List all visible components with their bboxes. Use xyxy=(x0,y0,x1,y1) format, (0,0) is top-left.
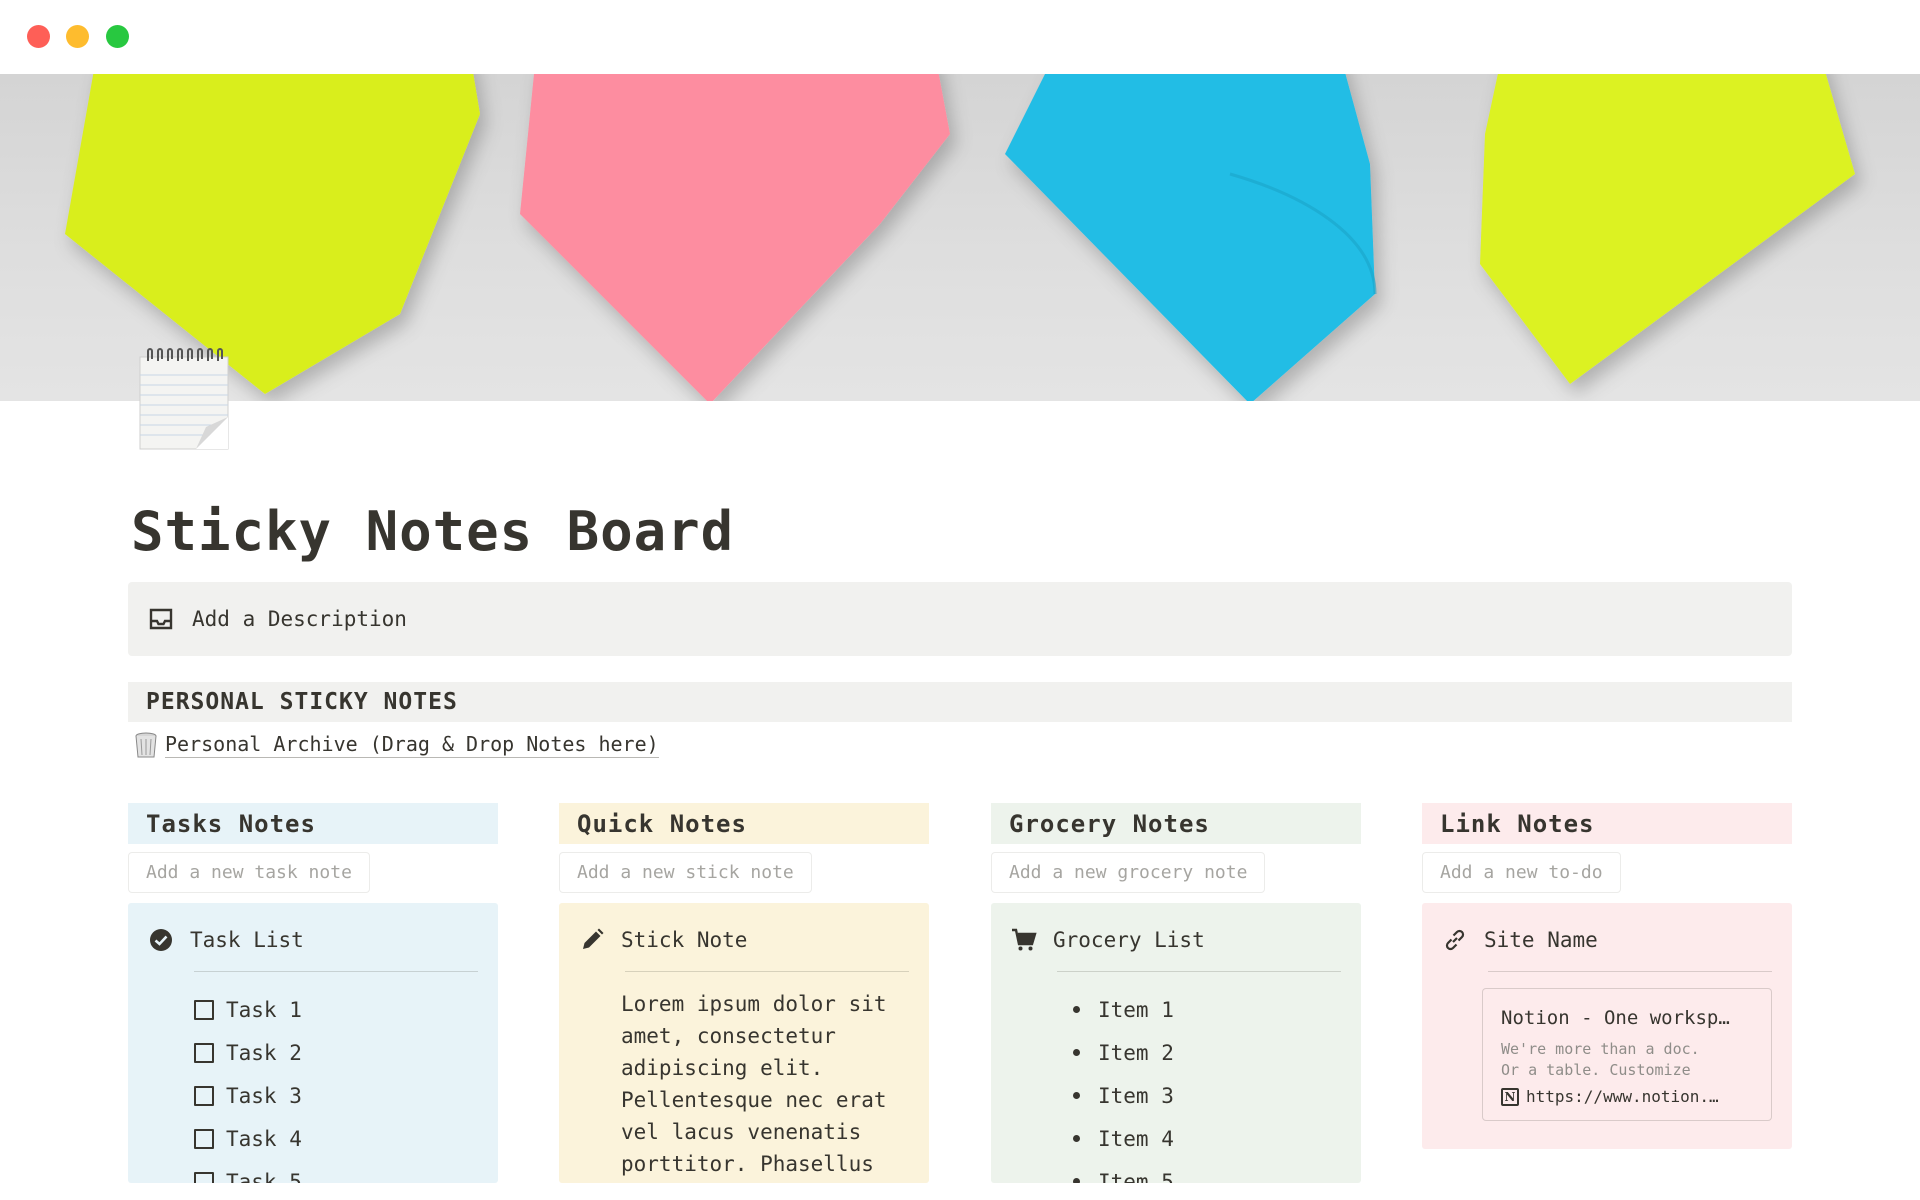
archive-page-link[interactable]: Personal Archive (Drag & Drop Notes here… xyxy=(133,731,659,759)
todo-item: Task 4 xyxy=(194,1117,478,1160)
todo-label[interactable]: Task 5 xyxy=(226,1170,302,1184)
list-item[interactable]: Item 2 xyxy=(1057,1031,1341,1074)
list-item-label[interactable]: Item 1 xyxy=(1098,998,1174,1022)
todo-label[interactable]: Task 3 xyxy=(226,1084,302,1108)
page-title[interactable]: Sticky Notes Board xyxy=(131,500,734,563)
section-heading: PERSONAL STICKY NOTES xyxy=(128,682,1792,722)
list-item[interactable]: Item 5 xyxy=(1057,1160,1341,1183)
grocery-bullet-list: Item 1 Item 2 Item 3 Item 4 Item 5 xyxy=(1057,988,1341,1183)
shopping-cart-icon xyxy=(1011,927,1037,953)
stick-note-card[interactable]: Stick Note Lorem ipsum dolor sit amet, c… xyxy=(559,903,929,1183)
todo-item: Task 1 xyxy=(194,988,478,1031)
cover-image[interactable] xyxy=(0,74,1920,401)
checkbox[interactable] xyxy=(194,1171,214,1183)
bookmark-url[interactable]: https://www.notion.… xyxy=(1526,1087,1719,1106)
checkbox[interactable] xyxy=(194,1042,214,1063)
archive-link-label[interactable]: Personal Archive (Drag & Drop Notes here… xyxy=(165,732,659,758)
card-title: Grocery List xyxy=(1053,928,1205,952)
description-text[interactable]: Add a Description xyxy=(192,607,407,631)
web-bookmark[interactable]: Notion - One worksp… We're more than a d… xyxy=(1482,988,1772,1121)
column-heading: Grocery Notes xyxy=(991,803,1361,844)
inbox-icon xyxy=(148,606,174,632)
card-divider xyxy=(194,971,478,972)
quick-notes-column: Quick Notes Add a new stick note Stick N… xyxy=(559,803,929,1183)
bullet-icon xyxy=(1073,1092,1080,1099)
notion-logo-icon: N xyxy=(1501,1087,1519,1106)
list-item[interactable]: Item 1 xyxy=(1057,988,1341,1031)
bullet-icon xyxy=(1073,1006,1080,1013)
checkbox[interactable] xyxy=(194,999,214,1020)
pencil-icon xyxy=(579,927,605,953)
grocery-list-card[interactable]: Grocery List Item 1 Item 2 Item 3 Item 4… xyxy=(991,903,1361,1183)
window-titlebar xyxy=(0,0,1920,74)
card-divider xyxy=(625,971,909,972)
note-body-text[interactable]: Lorem ipsum dolor sit amet, consectetur … xyxy=(621,988,909,1180)
list-item-label[interactable]: Item 3 xyxy=(1098,1084,1174,1108)
bookmark-description-line: Or a table. Customize xyxy=(1501,1061,1691,1079)
todo-label[interactable]: Task 2 xyxy=(226,1041,302,1065)
add-stick-note-button[interactable]: Add a new stick note xyxy=(559,852,812,893)
tasks-notes-column: Tasks Notes Add a new task note Task Lis… xyxy=(128,803,498,1183)
todo-label[interactable]: Task 1 xyxy=(226,998,302,1022)
task-list-card[interactable]: Task List Task 1 Task 2 Task 3 Task 4 Ta… xyxy=(128,903,498,1183)
card-divider xyxy=(1488,971,1772,972)
add-grocery-note-button[interactable]: Add a new grocery note xyxy=(991,852,1266,893)
task-checklist: Task 1 Task 2 Task 3 Task 4 Task 5 xyxy=(194,988,478,1183)
maximize-window-button[interactable] xyxy=(106,25,129,48)
checkbox[interactable] xyxy=(194,1128,214,1149)
card-title: Task List xyxy=(190,928,304,952)
bookmark-title: Notion - One worksp… xyxy=(1501,1007,1730,1029)
sticky-notes-photo xyxy=(65,74,1855,401)
link-note-card[interactable]: Site Name Notion - One worksp… We're mor… xyxy=(1422,903,1792,1149)
checkbox[interactable] xyxy=(194,1085,214,1106)
column-heading: Tasks Notes xyxy=(128,803,498,844)
bookmark-description-line: We're more than a doc. xyxy=(1501,1040,1700,1058)
bullet-icon xyxy=(1073,1178,1080,1183)
link-icon xyxy=(1442,927,1468,953)
bullet-icon xyxy=(1073,1135,1080,1142)
add-to-do-button[interactable]: Add a new to-do xyxy=(1422,852,1621,893)
check-circle-icon xyxy=(148,927,174,953)
list-item-label[interactable]: Item 4 xyxy=(1098,1127,1174,1151)
minimize-window-button[interactable] xyxy=(66,25,89,48)
description-callout[interactable]: Add a Description xyxy=(128,582,1792,656)
add-task-note-button[interactable]: Add a new task note xyxy=(128,852,370,893)
todo-label[interactable]: Task 4 xyxy=(226,1127,302,1151)
bookmark-description: We're more than a doc. Or a table. Custo… xyxy=(1501,1039,1753,1081)
todo-item: Task 2 xyxy=(194,1031,478,1074)
card-divider xyxy=(1057,971,1341,972)
list-item-label[interactable]: Item 2 xyxy=(1098,1041,1174,1065)
link-notes-column: Link Notes Add a new to-do Site Name Not… xyxy=(1422,803,1792,1149)
card-title: Stick Note xyxy=(621,928,748,952)
list-item[interactable]: Item 4 xyxy=(1057,1117,1341,1160)
todo-item: Task 3 xyxy=(194,1074,478,1117)
wastebasket-icon xyxy=(133,731,159,759)
bookmark-url-row: N https://www.notion.… xyxy=(1501,1087,1753,1106)
grocery-notes-column: Grocery Notes Add a new grocery note Gro… xyxy=(991,803,1361,1183)
close-window-button[interactable] xyxy=(27,25,50,48)
spiral-notepad-icon[interactable] xyxy=(136,343,232,451)
bullet-icon xyxy=(1073,1049,1080,1056)
card-title: Site Name xyxy=(1484,928,1598,952)
list-item-label[interactable]: Item 5 xyxy=(1098,1170,1174,1184)
list-item[interactable]: Item 3 xyxy=(1057,1074,1341,1117)
column-heading: Quick Notes xyxy=(559,803,929,844)
column-heading: Link Notes xyxy=(1422,803,1792,844)
todo-item: Task 5 xyxy=(194,1160,478,1183)
